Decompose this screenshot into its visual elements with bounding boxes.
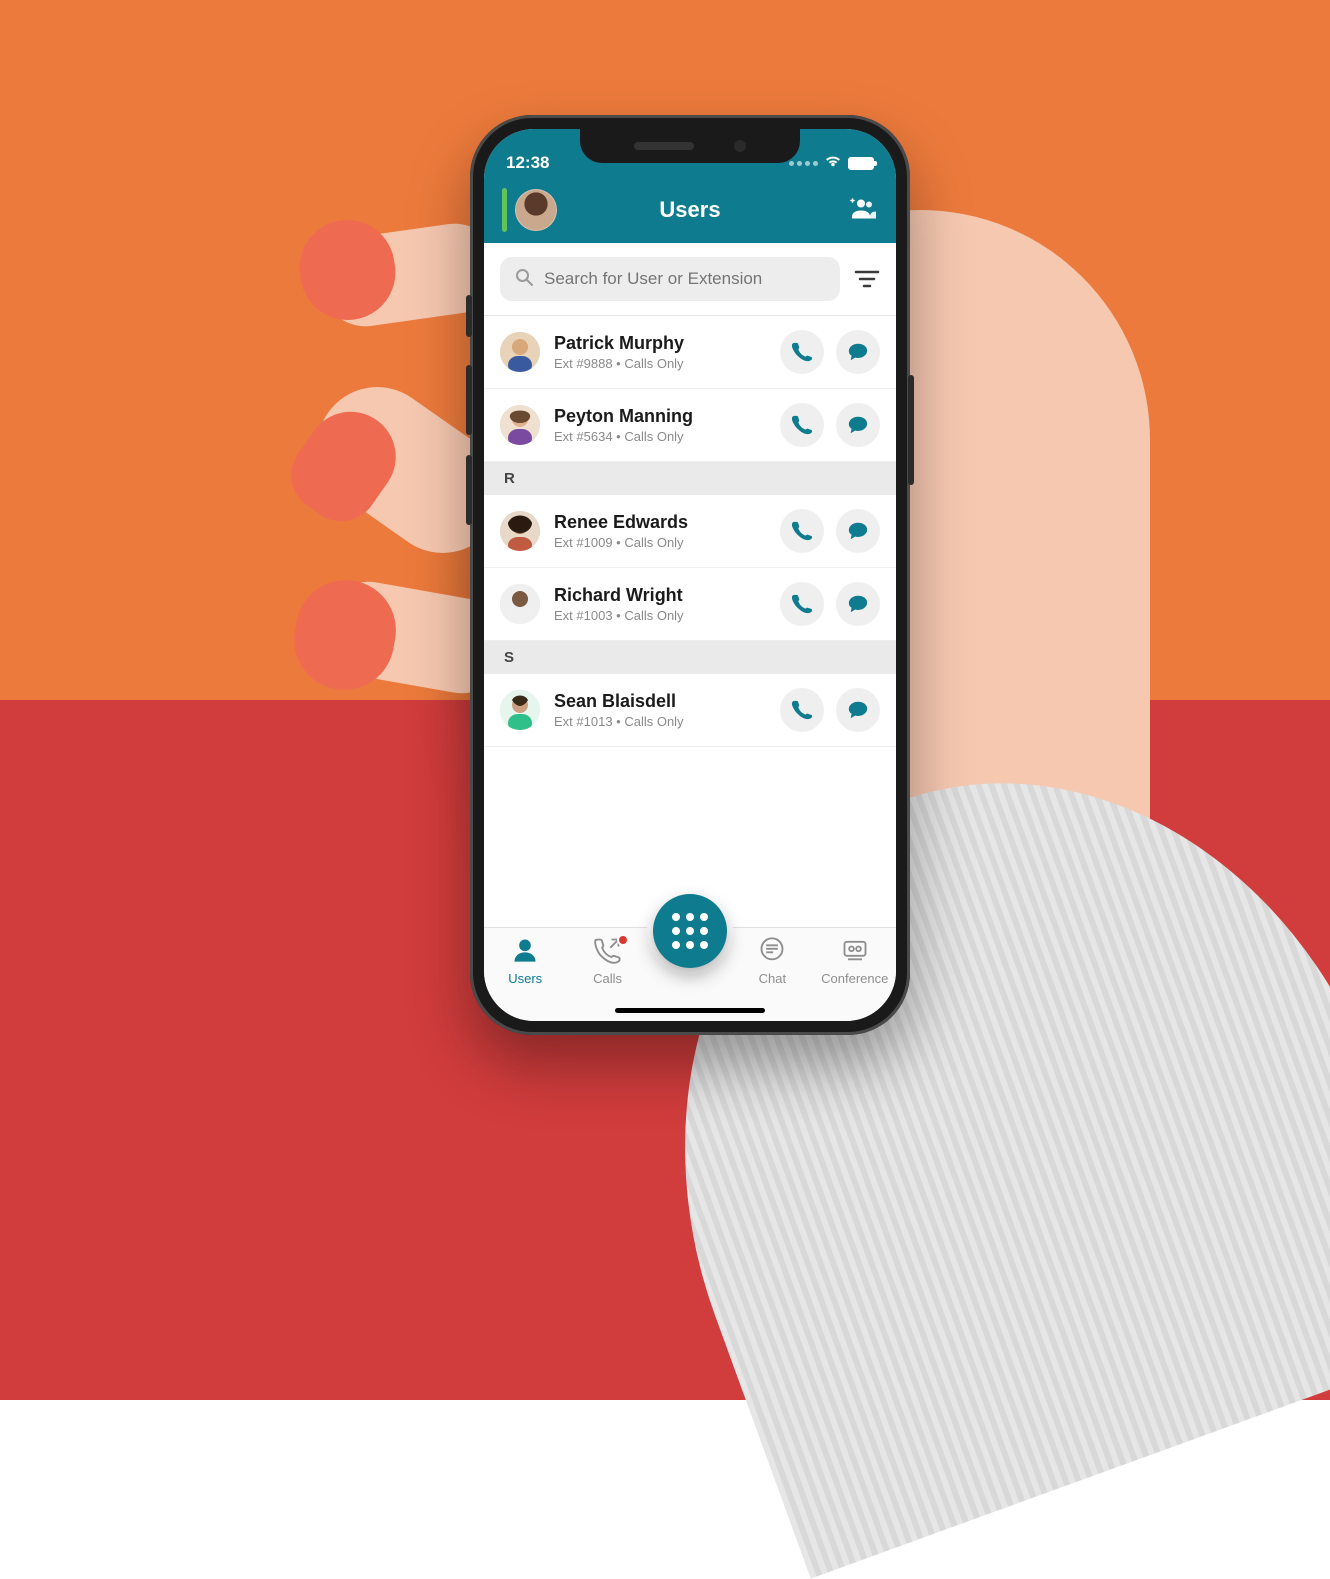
cellular-icon [789,161,818,166]
user-meta: Ext #9888 • Calls Only [554,356,766,371]
tab-label: Chat [759,971,786,986]
user-name: Renee Edwards [554,512,766,533]
conference-icon [841,936,869,967]
chat-button[interactable] [836,582,880,626]
volume-up-button [466,365,472,435]
phone-frame: 12:38 Users [470,115,910,1035]
filter-icon[interactable] [854,268,880,290]
user-list[interactable]: Patrick Murphy Ext #9888 • Calls Only Pe… [484,316,896,747]
search-row [484,243,896,316]
app-header: Users [484,177,896,243]
section-header: R [484,462,896,495]
user-meta: Ext #1013 • Calls Only [554,714,766,729]
phone-notch [580,129,800,163]
tab-chat[interactable]: Chat [737,936,807,986]
user-row[interactable]: Renee Edwards Ext #1009 • Calls Only [484,495,896,568]
call-button[interactable] [780,403,824,447]
avatar [500,332,540,372]
tab-label: Users [508,971,542,986]
tab-label: Calls [593,971,622,986]
avatar [500,511,540,551]
call-button[interactable] [780,688,824,732]
battery-icon [848,157,874,170]
avatar [500,584,540,624]
call-button[interactable] [780,509,824,553]
home-indicator[interactable] [615,1008,765,1013]
mute-switch [466,295,472,337]
tab-label: Conference [821,971,888,986]
user-meta: Ext #1009 • Calls Only [554,535,766,550]
tab-conference[interactable]: Conference [820,936,890,986]
add-group-icon[interactable] [848,197,878,224]
chat-button[interactable] [836,509,880,553]
chat-icon [758,936,786,967]
tab-users[interactable]: Users [490,936,560,986]
user-row[interactable]: Richard Wright Ext #1003 • Calls Only [484,568,896,641]
call-button[interactable] [780,330,824,374]
tab-calls[interactable]: Calls [573,936,643,986]
notification-badge [617,934,629,946]
user-row[interactable]: Peyton Manning Ext #5634 • Calls Only [484,389,896,462]
user-name: Richard Wright [554,585,766,606]
wifi-icon [824,153,842,173]
user-name: Sean Blaisdell [554,691,766,712]
user-icon [511,936,539,967]
user-meta: Ext #5634 • Calls Only [554,429,766,444]
my-avatar[interactable] [515,189,557,231]
user-name: Patrick Murphy [554,333,766,354]
presence-indicator [502,188,507,232]
user-meta: Ext #1003 • Calls Only [554,608,766,623]
chat-button[interactable] [836,688,880,732]
power-button [908,375,914,485]
section-header: S [484,641,896,674]
status-time: 12:38 [506,153,549,173]
chat-button[interactable] [836,403,880,447]
avatar [500,405,540,445]
tab-bar: Users Calls . Chat Conference [484,927,896,1021]
chat-button[interactable] [836,330,880,374]
volume-down-button [466,455,472,525]
dialpad-icon [672,913,708,949]
user-row[interactable]: Sean Blaisdell Ext #1013 • Calls Only [484,674,896,747]
phone-screen: 12:38 Users [484,129,896,1021]
search-input[interactable] [544,269,826,289]
dialpad-button[interactable] [653,894,727,968]
search-icon [514,267,534,292]
user-row[interactable]: Patrick Murphy Ext #9888 • Calls Only [484,316,896,389]
avatar [500,690,540,730]
call-button[interactable] [780,582,824,626]
search-field[interactable] [500,257,840,301]
user-name: Peyton Manning [554,406,766,427]
